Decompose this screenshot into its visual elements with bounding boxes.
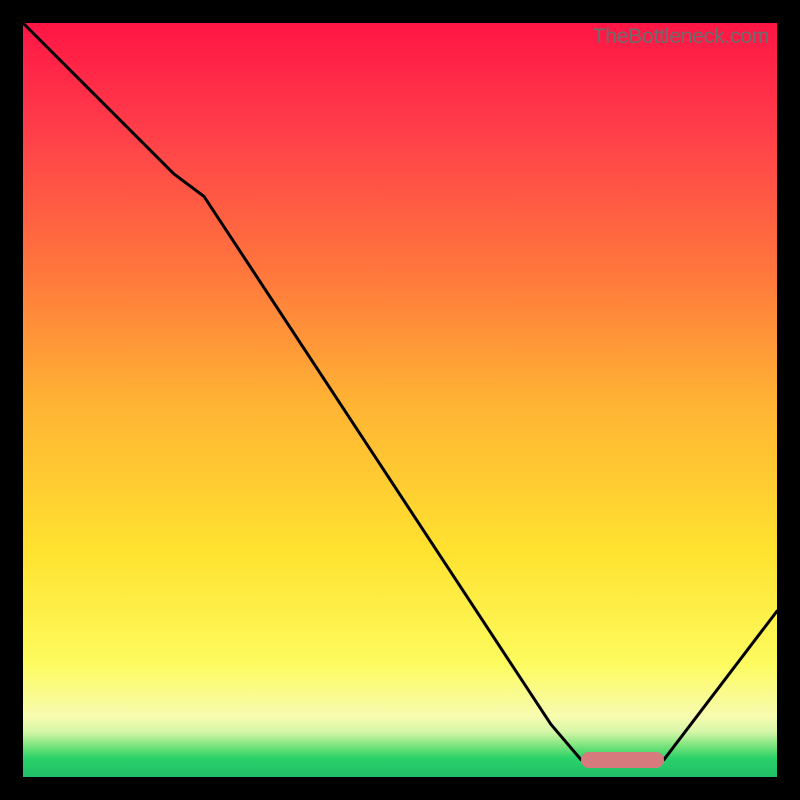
plot-area: TheBottleneck.com [23,23,777,777]
line-chart [23,23,777,777]
curve-path [23,23,777,760]
optimum-marker [581,752,664,768]
chart-frame: TheBottleneck.com [0,0,800,800]
